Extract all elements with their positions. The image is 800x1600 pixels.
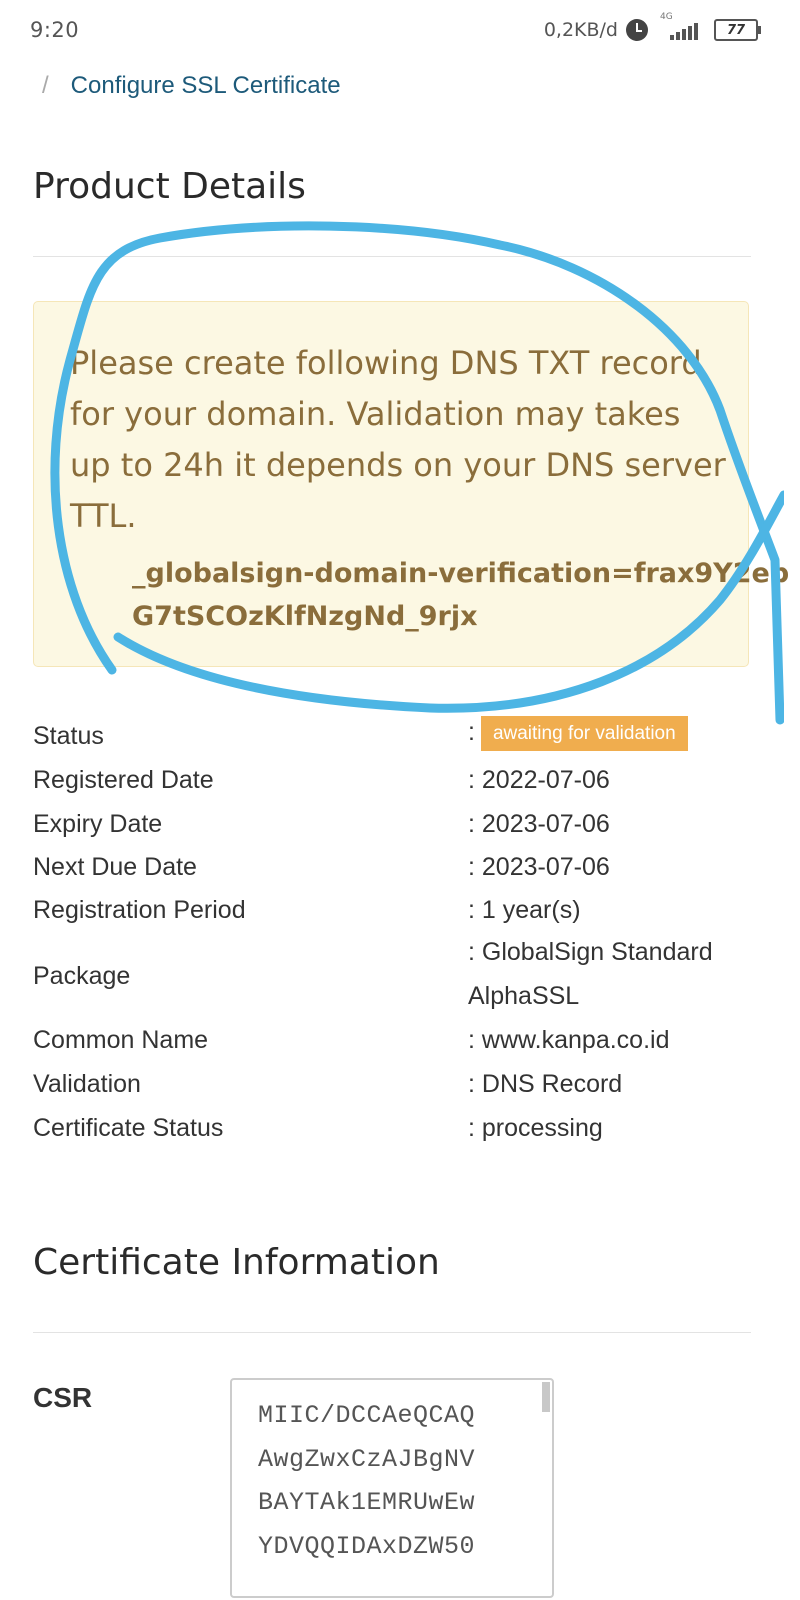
detail-value: : 1 year(s) [468, 896, 581, 924]
divider [33, 256, 751, 257]
detail-value: : 2023-07-06 [468, 853, 610, 881]
divider [33, 1332, 751, 1333]
detail-value: : processing [468, 1114, 603, 1142]
battery-icon: 77 [714, 19, 761, 41]
detail-value: : awaiting for validation [468, 716, 758, 751]
detail-label: Package [33, 962, 131, 990]
csr-textarea[interactable]: MIIC/DCCAeQCAQ AwgZwxCzAJBgNV BAYTAk1EMRUw… [230, 1378, 554, 1598]
csr-text: MIIC/DCCAeQCAQ AwgZwxCzAJBgNV BAYTAk1EMRUw… [258, 1394, 475, 1568]
alert-message: Please create following DNS TXT record f… [70, 344, 726, 535]
detail-label: Registration Period [33, 896, 246, 924]
detail-value: : DNS Record [468, 1070, 623, 1098]
csr-label: CSR [33, 1382, 93, 1413]
detail-value: : 2022-07-06 [468, 766, 610, 794]
certificate-info-title: Certificate Information [33, 1242, 440, 1283]
breadcrumb-separator: / [42, 72, 49, 99]
scrollbar[interactable] [542, 1382, 550, 1412]
csr-line: AwgZwxCzAJBgNV [258, 1444, 476, 1474]
breadcrumb-configure-ssl[interactable]: Configure SSL Certificate [71, 72, 341, 100]
status-bar: 9:20 0,2KB/d 4G 77 [0, 0, 784, 60]
detail-label: Certificate Status [33, 1114, 224, 1142]
status-time: 9:20 [30, 18, 80, 42]
network-type: 4G [660, 12, 673, 22]
detail-label: Common Name [33, 1026, 209, 1054]
detail-label: Next Due Date [33, 853, 197, 881]
status-colon: : [468, 718, 475, 747]
status-icons: 0,2KB/d 4G 77 [543, 12, 761, 44]
breadcrumb: / Configure SSL Certificate [42, 72, 341, 100]
csr-line: YDVQQIDAxDZW50 [258, 1531, 476, 1561]
detail-value: : 2023-07-06 [468, 810, 610, 838]
detail-label: Status [33, 722, 104, 750]
detail-value: : www.kanpa.co.id [468, 1026, 670, 1054]
detail-label: Validation [33, 1070, 141, 1098]
dns-txt-record[interactable]: _globalsign-domain-verification=frax9Y2e… [132, 552, 792, 642]
csr-line: BAYTAk1EMRUwEw [258, 1488, 476, 1517]
detail-label: Expiry Date [33, 810, 163, 838]
product-details-title: Product Details [33, 166, 306, 207]
detail-label: Registered Date [33, 766, 214, 794]
detail-value: : GlobalSign Standard AlphaSSL [468, 938, 713, 1010]
csr-line: MIIC/DCCAeQCAQ [258, 1401, 476, 1430]
net-speed: 0,2KB/d [543, 19, 618, 41]
alarm-icon [626, 19, 648, 41]
signal-bars [670, 23, 698, 40]
signal-icon: 4G [656, 12, 706, 44]
status-badge: awaiting for validation [480, 716, 688, 751]
